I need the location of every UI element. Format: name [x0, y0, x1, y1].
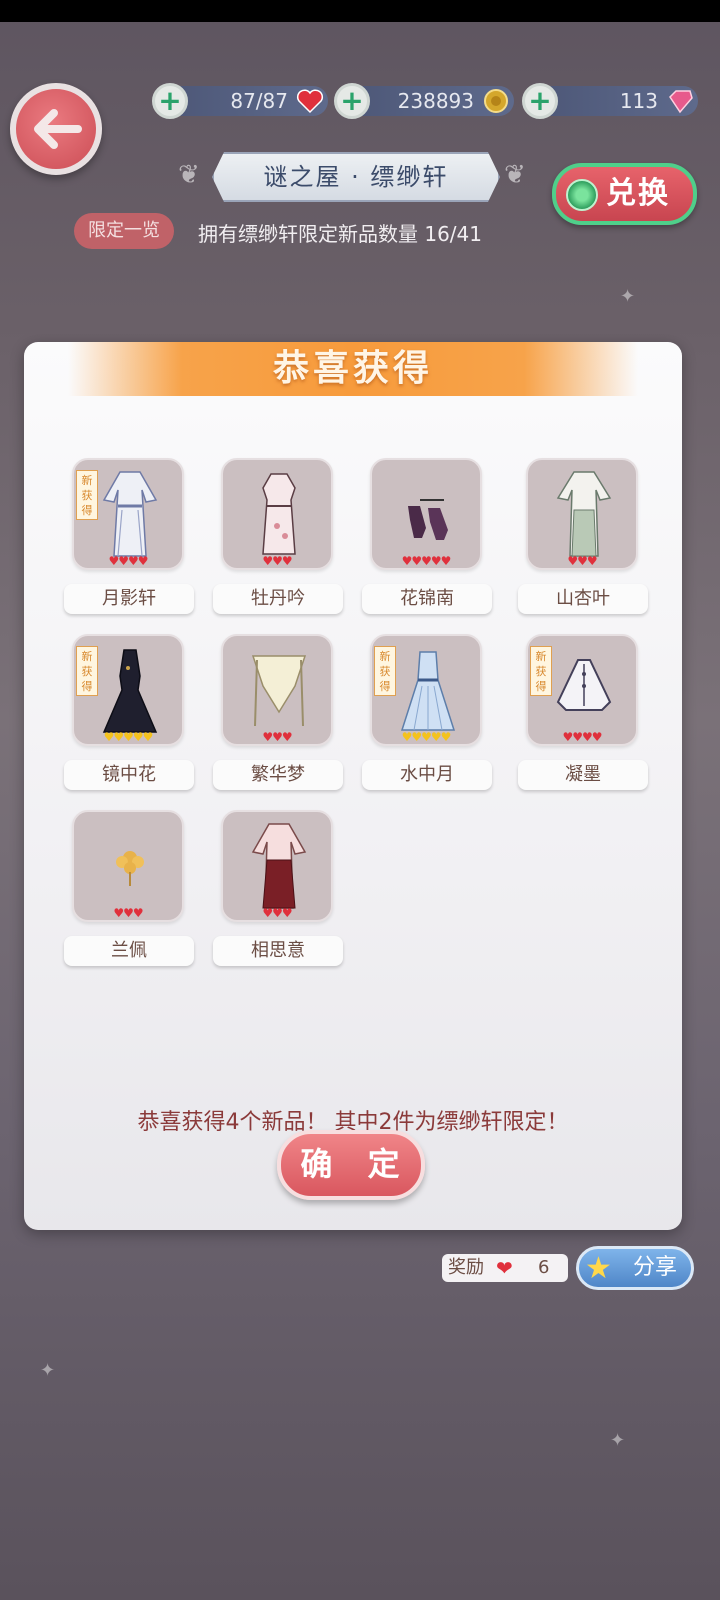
- coin-icon: [484, 89, 508, 113]
- gem-bar: + 113: [522, 83, 698, 119]
- add-stamina-button[interactable]: +: [152, 83, 188, 119]
- item-card[interactable]: 新获得 ♥♥♥♥♥ 水中月: [362, 634, 492, 794]
- item-name: 镜中花: [64, 760, 194, 790]
- heart-icon: ❤: [496, 1256, 513, 1280]
- page-title: 谜之屋 · 缥缈轩: [212, 152, 500, 202]
- owned-count-text: 拥有缥缈轩限定新品数量 16/41: [198, 222, 482, 246]
- item-card[interactable]: ♥♥♥ 繁华梦: [213, 634, 343, 794]
- plus-icon: +: [528, 84, 552, 117]
- rarity-hearts: ♥♥♥♥♥: [103, 730, 154, 744]
- confirm-button[interactable]: 确 定: [277, 1130, 425, 1200]
- item-card[interactable]: ♥♥♥ 兰佩: [64, 810, 194, 970]
- rarity-hearts: ♥♥♥: [262, 730, 292, 744]
- heels-icon: [408, 499, 448, 540]
- reward-label: 奖励: [448, 1257, 484, 1278]
- add-gem-button[interactable]: +: [522, 83, 558, 119]
- sparkle-decoration: ✦: [620, 286, 636, 307]
- item-card[interactable]: ♥♥♥ 牡丹吟: [213, 458, 343, 618]
- gem-value: 113: [619, 89, 658, 113]
- pendant-icon: [116, 851, 144, 886]
- item-name: 月影轩: [64, 584, 194, 614]
- item-name: 花锦南: [362, 584, 492, 614]
- arrow-left-icon: [34, 109, 82, 149]
- title-ornament-right: ❦: [504, 160, 526, 190]
- dialog-title: 恭喜获得: [272, 348, 433, 389]
- rarity-hearts: ♥♥♥♥: [562, 730, 602, 744]
- gem-icon: [669, 90, 693, 114]
- new-badge: 新获得: [530, 646, 552, 696]
- share-label: 分享: [633, 1255, 678, 1280]
- item-name: 水中月: [362, 760, 492, 790]
- dress-icon: [102, 471, 158, 557]
- cape-icon: [556, 659, 612, 711]
- status-bar: [0, 0, 720, 22]
- item-name: 相思意: [213, 936, 343, 966]
- item-name: 牡丹吟: [213, 584, 343, 614]
- item-card[interactable]: ♥♥♥ 山杏叶: [518, 458, 648, 618]
- stamina-bar: + 87/87: [152, 83, 328, 119]
- item-card[interactable]: ♥♥♥ 相思意: [213, 810, 343, 970]
- stamina-value: 87/87: [230, 89, 288, 113]
- share-button[interactable]: ★ 分享: [576, 1246, 694, 1290]
- item-card[interactable]: ♥♥♥♥♥ 花锦南: [362, 458, 492, 618]
- qipao-icon: [262, 473, 296, 555]
- item-card[interactable]: 新获得 ♥♥♥♥ 月影轩: [64, 458, 194, 618]
- reward-dialog: 恭喜获得 新获得 ♥♥♥♥ 月影轩 ♥♥♥ 牡丹吟 ♥♥♥♥♥ 花锦南 ♥♥♥ …: [24, 342, 682, 1230]
- shawl-icon: [251, 655, 307, 727]
- heart-icon: [296, 89, 324, 114]
- title-ornament-left: ❦: [178, 160, 200, 190]
- hanfu-icon: [556, 471, 612, 557]
- share-reward: 奖励 ❤ 6: [442, 1254, 568, 1282]
- limited-list-button[interactable]: 限定一览: [74, 213, 174, 249]
- item-name: 兰佩: [64, 936, 194, 966]
- coin-bar: + 238893: [334, 83, 514, 119]
- plus-icon: +: [340, 84, 364, 117]
- robe-icon: [251, 823, 307, 909]
- item-name: 繁华梦: [213, 760, 343, 790]
- exchange-label: 兑换: [606, 176, 670, 211]
- rarity-hearts: ♥♥♥: [262, 906, 292, 920]
- ball-gown-icon: [400, 651, 456, 731]
- rarity-hearts: ♥♥♥: [567, 554, 597, 568]
- dialog-banner: 恭喜获得: [68, 342, 638, 396]
- item-card[interactable]: 新获得 ♥♥♥♥♥ 镜中花: [64, 634, 194, 794]
- sparkle-decoration: ✦: [610, 1430, 626, 1451]
- star-icon: ★: [585, 1251, 612, 1286]
- rarity-hearts: ♥♥♥: [113, 906, 143, 920]
- new-badge: 新获得: [76, 646, 98, 696]
- exchange-button[interactable]: 兑换: [552, 163, 697, 225]
- gown-icon: [102, 649, 158, 733]
- add-coin-button[interactable]: +: [334, 83, 370, 119]
- new-badge: 新获得: [76, 470, 98, 520]
- back-button[interactable]: [10, 83, 102, 175]
- rarity-hearts: ♥♥♥♥♥: [401, 554, 452, 568]
- coin-value: 238893: [397, 89, 474, 113]
- rarity-hearts: ♥♥♥♥: [108, 554, 148, 568]
- reward-value: 6: [538, 1257, 550, 1278]
- new-badge: 新获得: [374, 646, 396, 696]
- item-name: 凝墨: [518, 760, 648, 790]
- rarity-hearts: ♥♥♥♥♥: [401, 730, 452, 744]
- item-name: 山杏叶: [518, 584, 648, 614]
- plus-icon: +: [158, 84, 182, 117]
- rarity-hearts: ♥♥♥: [262, 554, 292, 568]
- jade-coin-icon: [566, 179, 598, 211]
- sparkle-decoration: ✦: [40, 1360, 56, 1381]
- item-card[interactable]: 新获得 ♥♥♥♥ 凝墨: [518, 634, 648, 794]
